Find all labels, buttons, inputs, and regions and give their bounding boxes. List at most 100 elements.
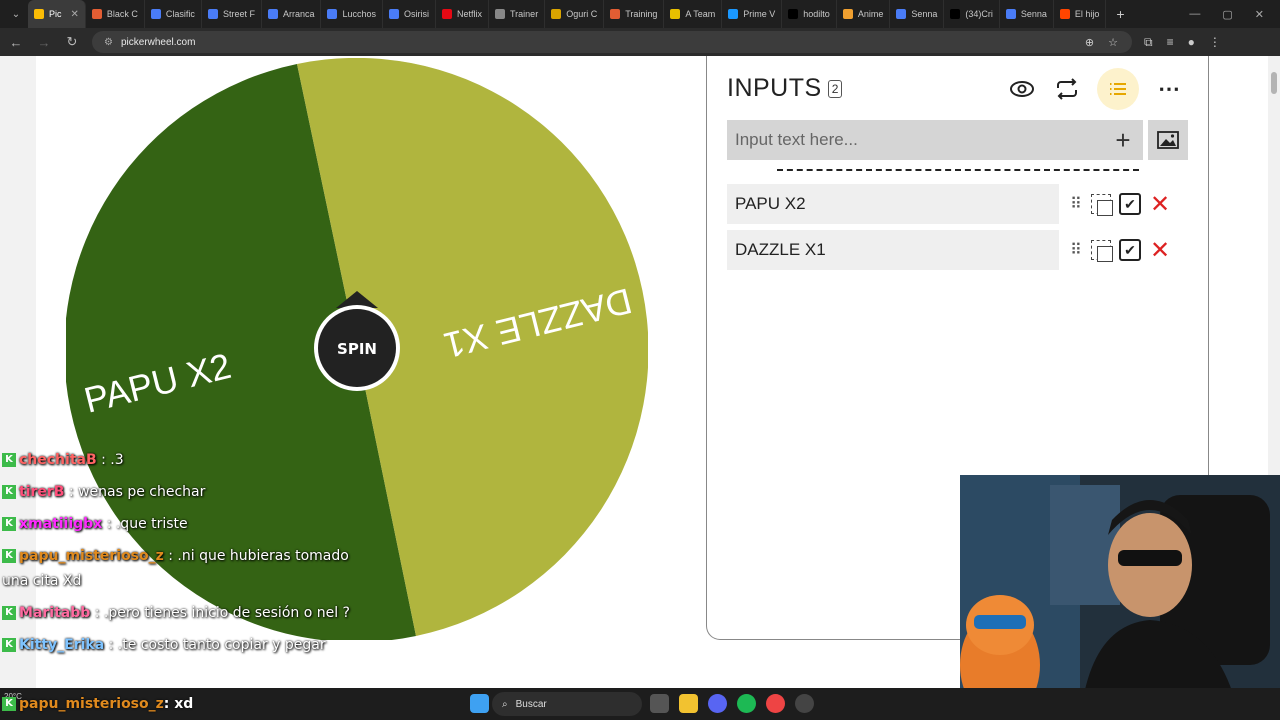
back-button[interactable]: ← [4,35,28,50]
discord-icon[interactable] [708,694,727,713]
tab-label: Oguri C [566,9,598,19]
add-entry-plus-icon[interactable]: + [1103,125,1143,156]
duplicate-icon[interactable] [1091,240,1113,262]
browser-tab[interactable]: Black C [86,0,145,28]
browser-tab[interactable]: Senna [1000,0,1054,28]
include-checkbox[interactable]: ✔ [1119,239,1141,261]
list-item: PAPU X2 ⠿ ✔ ✕ [727,184,1189,224]
maximize-button[interactable]: ▢ [1222,8,1232,21]
entry-label[interactable]: DAZZLE X1 [727,230,1059,270]
chat-username: tirerB [19,484,65,500]
delete-x-icon[interactable]: ✕ [1149,236,1171,265]
browser-tab[interactable]: Street F [202,0,262,28]
scrollbar-thumb[interactable] [1271,72,1277,94]
more-options-icon[interactable]: ⋯ [1154,70,1184,108]
inputs-title: INPUTS [727,74,822,102]
start-windows-icon[interactable] [470,694,489,713]
chat-username: chechitaB [19,452,97,468]
entry-label[interactable]: PAPU X2 [727,184,1059,224]
list-item: DAZZLE X1 ⠿ ✔ ✕ [727,230,1189,270]
media-icon[interactable]: ≡ [1167,35,1174,50]
tab-favicon-icon [670,9,681,19]
site-info-icon[interactable]: ⚙ [104,37,113,48]
delete-x-icon[interactable]: ✕ [1149,190,1171,219]
tab-label: Trainer [510,9,539,19]
browser-tab[interactable]: Training [604,0,665,28]
new-tab-button[interactable]: + [1106,6,1134,22]
shuffle-repeat-icon[interactable] [1052,70,1082,108]
reload-button[interactable]: ↻ [60,34,84,50]
tab-label: Training [625,9,658,19]
close-window-button[interactable]: ✕ [1255,8,1264,21]
chrome-icon[interactable] [766,694,785,713]
tab-label: (34)Cri [965,9,993,19]
close-tab-icon[interactable]: ✕ [71,9,79,20]
spotify-icon[interactable] [737,694,756,713]
include-checkbox[interactable]: ✔ [1119,193,1141,215]
tab-favicon-icon [327,9,338,19]
kick-badge-icon: K [2,638,16,652]
tab-label: Black C [106,9,138,19]
drag-handle-icon[interactable]: ⠿ [1067,240,1083,260]
browser-tab[interactable]: Lucchos [321,0,383,28]
browser-tab[interactable]: Arranca [262,0,322,28]
add-image-icon[interactable] [1148,120,1188,160]
minimize-button[interactable]: — [1189,8,1200,21]
kick-badge-icon: K [2,606,16,620]
tab-strip: Pic ✕ Black C Clasific Street F Arranca Luccho… [28,0,1107,28]
webcam-overlay [960,475,1280,720]
chat-text: : .que triste [106,516,188,532]
kick-badge-icon: K [2,697,16,711]
tab-favicon-icon [896,9,907,19]
browser-tab[interactable]: hodilto [782,0,837,28]
obs-icon[interactable] [795,694,814,713]
hide-eye-icon[interactable] [1007,70,1037,108]
browser-tab[interactable]: Netflix [436,0,490,28]
browser-tab[interactable]: Oguri C [545,0,605,28]
profile-avatar[interactable]: ● [1188,35,1195,50]
chat-message: Kpapu_misterioso_z : .ni que hubieras to… [2,544,362,594]
tab-label: Senna [911,9,938,19]
browser-tab[interactable]: Osirisi [383,0,436,28]
browser-tab[interactable]: Prime V [722,0,783,28]
browser-tab[interactable]: El hijo [1054,0,1107,28]
input-text-field[interactable] [727,120,1103,160]
drag-handle-icon[interactable]: ⠿ [1067,194,1083,214]
browser-tab[interactable]: Clasific [145,0,202,28]
tab-favicon-icon [788,9,799,19]
browser-tab[interactable]: Trainer [489,0,546,28]
search-icon: ⌕ [502,698,508,710]
file-explorer-icon[interactable] [679,694,698,713]
taskbar-icons [470,694,489,713]
browser-tab[interactable]: A Team [664,0,723,28]
extensions-icon[interactable]: ⧉ [1144,35,1153,50]
tab-label: Arranca [282,9,315,19]
tab-label: Pic [49,9,62,19]
browser-tab[interactable]: Anime [837,0,891,28]
tab-favicon-icon [267,9,278,19]
add-input-row: + [727,120,1143,160]
url-field[interactable]: ⚙ pickerwheel.com ⊕ ☆ [92,31,1132,53]
tab-label: Street F [222,9,255,19]
tab-favicon-icon [1059,9,1070,19]
tab-favicon-icon [91,9,102,19]
inputs-count-badge: 2 [827,79,843,98]
browser-tab[interactable]: Pic ✕ [28,0,86,28]
zoom-icon[interactable]: ⊕ [1085,36,1094,49]
list-view-icon[interactable] [1097,68,1139,110]
taskbar-search[interactable]: ⌕ Buscar [492,692,642,716]
bookmark-star-icon[interactable]: ☆ [1108,36,1118,49]
browser-tab[interactable]: (34)Cri [944,0,1000,28]
tab-label: Netflix [457,9,483,19]
duplicate-icon[interactable] [1091,194,1113,216]
chat-message: K Kitty_Erika : .te costo tanto copiar y … [2,633,362,658]
browser-tab[interactable]: Senna [890,0,945,28]
tab-label: Prime V [743,9,776,19]
tab-favicon-icon [495,9,506,19]
menu-icon[interactable]: ⋮ [1209,35,1221,50]
forward-button[interactable]: → [32,35,56,50]
task-view-icon[interactable] [650,694,669,713]
chat-message: KchechitaB : .3 [2,448,362,473]
tab-label: Osirisi [404,9,429,19]
tab-list-button[interactable]: ⌄ [4,9,28,20]
